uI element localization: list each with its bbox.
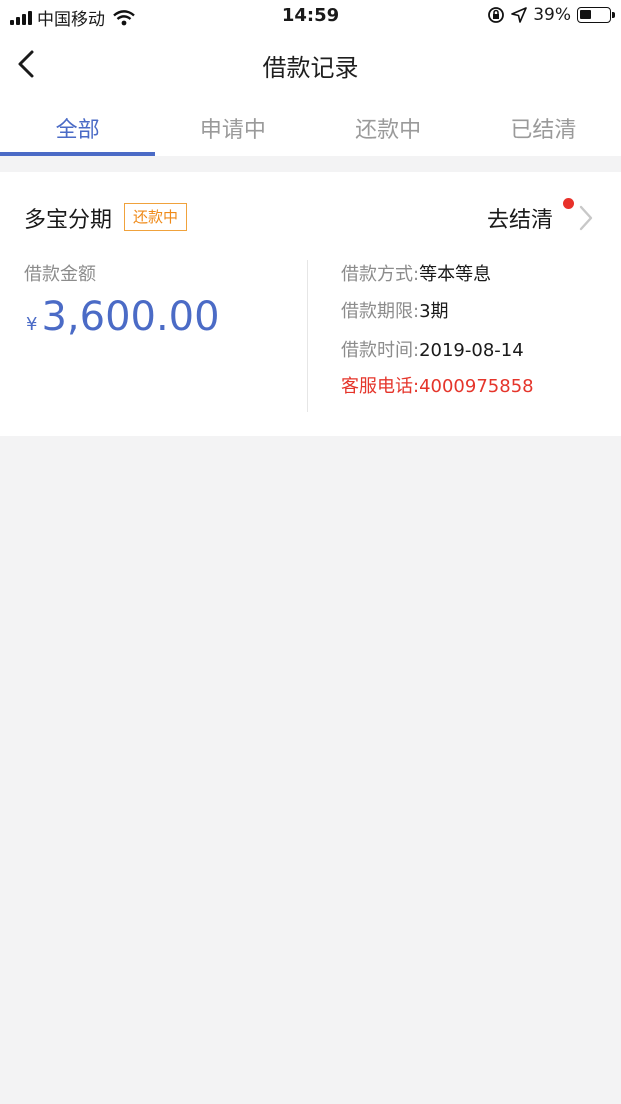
loan-record-card[interactable]: 多宝分期 还款中 去结清 借款金额 ¥ 3,600.00 借款方式:等本等息 借… [0, 172, 621, 436]
orientation-lock-icon [488, 7, 505, 23]
detail-value: 2019-08-14 [419, 340, 524, 361]
detail-service-phone[interactable]: 客服电话:4000975858 [341, 372, 534, 398]
detail-value: 等本等息 [419, 264, 492, 285]
settle-link[interactable]: 去结清 [487, 202, 553, 234]
tab-all[interactable]: 全部 [0, 96, 156, 156]
tab-settled[interactable]: 已结清 [466, 96, 621, 156]
chevron-right-icon[interactable] [579, 205, 593, 231]
amount-value: 3,600.00 [41, 294, 220, 340]
loan-amount: ¥ 3,600.00 [26, 294, 220, 340]
tab-repaying[interactable]: 还款中 [311, 96, 466, 156]
detail-key: 借款方式: [341, 264, 420, 285]
status-badge: 还款中 [124, 203, 188, 231]
battery-icon [577, 7, 615, 23]
currency-symbol: ¥ [26, 314, 38, 335]
detail-key: 借款时间: [341, 340, 420, 361]
battery-tip [612, 12, 615, 18]
nav-bar: 借款记录 [0, 32, 621, 96]
detail-loan-date: 借款时间:2019-08-14 [341, 336, 524, 362]
status-bar-right: 39% [487, 5, 615, 25]
detail-key: 借款期限: [341, 301, 420, 322]
tab-bar: 全部 申请中 还款中 已结清 [0, 96, 621, 156]
detail-key: 客服电话: [341, 376, 420, 397]
detail-value: 3期 [419, 301, 449, 322]
page-title: 借款记录 [262, 54, 359, 82]
service-phone-number[interactable]: 4000975858 [419, 376, 534, 397]
battery-fill [580, 10, 591, 19]
detail-repay-method: 借款方式:等本等息 [341, 260, 491, 286]
amount-label: 借款金额 [24, 264, 96, 285]
tab-applying[interactable]: 申请中 [155, 96, 310, 156]
notification-dot [563, 198, 574, 209]
product-name: 多宝分期 [24, 208, 113, 233]
vertical-divider [307, 260, 308, 412]
detail-term: 借款期限:3期 [341, 297, 449, 323]
empty-content-area [0, 436, 621, 1104]
status-bar: 中国移动 14:59 39% [0, 0, 621, 32]
location-icon [511, 7, 528, 23]
battery-percent: 39% [533, 5, 571, 25]
